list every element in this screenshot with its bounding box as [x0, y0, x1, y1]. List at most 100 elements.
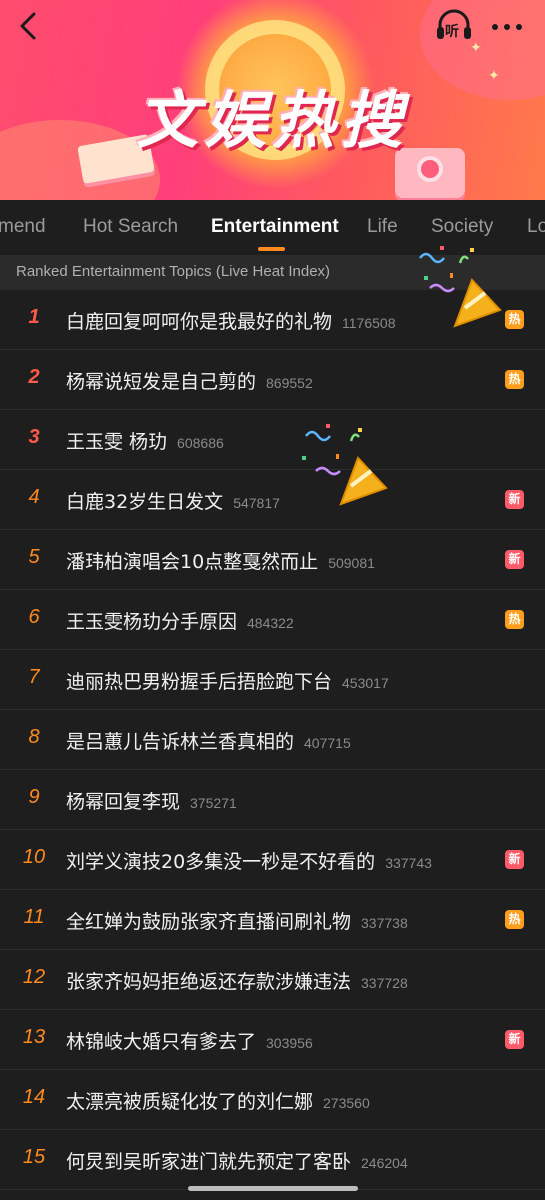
topic-title[interactable]: 迪丽热巴男粉握手后捂脸跑下台 453017	[66, 667, 389, 694]
hero-banner: ✦ ✦ 文娱热搜 听	[0, 0, 545, 200]
rank-number: 12	[22, 966, 46, 988]
topic-row[interactable]: 9 杨幂回复李现 375271	[0, 770, 545, 830]
topic-title[interactable]: 全红婵为鼓励张家齐直播间刷礼物 337738	[66, 907, 408, 934]
rank-number: 9	[28, 786, 40, 808]
more-dots-icon[interactable]	[487, 12, 527, 42]
heat-index: 337738	[361, 915, 408, 931]
topic-title-text: 白鹿32岁生日发文	[66, 491, 224, 513]
new-badge: 新	[505, 1030, 524, 1049]
topic-title[interactable]: 潘玮柏演唱会10点整戛然而止 509081	[66, 547, 375, 574]
topic-row[interactable]: 5 潘玮柏演唱会10点整戛然而止 509081 新	[0, 530, 545, 590]
rank-number: 1	[28, 306, 40, 328]
topic-row[interactable]: 15 何炅到吴昕家进门就先预定了客卧 246204	[0, 1130, 545, 1190]
tab-recommend[interactable]: mend	[0, 216, 46, 238]
tab-local[interactable]: Lo	[527, 216, 545, 238]
hot-badge: 热	[505, 370, 524, 389]
topic-title[interactable]: 刘学义演技20多集没一秒是不好看的 337743	[66, 847, 432, 874]
heat-index: 869552	[266, 375, 313, 391]
topic-row[interactable]: 1 白鹿回复呵呵你是我最好的礼物 1176508 热	[0, 290, 545, 350]
heat-index: 1176508	[342, 315, 396, 331]
topic-title[interactable]: 太漂亮被质疑化妆了的刘仁娜 273560	[66, 1087, 370, 1114]
back-chevron-icon[interactable]	[14, 10, 44, 42]
topic-title-text: 杨幂回复李现	[66, 791, 181, 813]
topic-row[interactable]: 7 迪丽热巴男粉握手后捂脸跑下台 453017	[0, 650, 545, 710]
topic-title-text: 迪丽热巴男粉握手后捂脸跑下台	[66, 671, 333, 693]
topic-row[interactable]: 4 白鹿32岁生日发文 547817 新	[0, 470, 545, 530]
topic-row[interactable]: 8 是吕蕙儿告诉林兰香真相的 407715	[0, 710, 545, 770]
heat-index: 484322	[247, 615, 294, 631]
rank-number: 15	[22, 1146, 46, 1168]
topic-row[interactable]: 11 全红婵为鼓励张家齐直播间刷礼物 337738 热	[0, 890, 545, 950]
topic-title-text: 潘玮柏演唱会10点整戛然而止	[66, 551, 319, 573]
heat-index: 273560	[323, 1095, 370, 1111]
headphones-listen-icon[interactable]: 听	[434, 8, 474, 44]
rank-number: 4	[28, 486, 40, 508]
topic-title[interactable]: 王玉雯杨玏分手原因 484322	[66, 607, 294, 634]
topic-title-text: 白鹿回复呵呵你是我最好的礼物	[66, 311, 333, 333]
rank-number: 11	[23, 906, 45, 928]
active-tab-indicator	[258, 247, 285, 251]
rank-number: 8	[28, 726, 40, 748]
heat-index: 547817	[233, 495, 280, 511]
banner-title: 文娱热搜	[136, 84, 409, 157]
topic-title[interactable]: 王玉雯 杨玏 608686	[66, 427, 224, 454]
rank-number: 14	[22, 1086, 46, 1108]
topic-title-text: 王玉雯 杨玏	[66, 431, 168, 453]
hot-badge: 热	[505, 910, 524, 929]
topic-row[interactable]: 12 张家齐妈妈拒绝返还存款涉嫌违法 337728	[0, 950, 545, 1010]
home-indicator[interactable]	[188, 1186, 358, 1191]
rank-number: 10	[22, 846, 46, 868]
topic-title[interactable]: 何炅到吴昕家进门就先预定了客卧 246204	[66, 1147, 408, 1174]
topic-list: 1 白鹿回复呵呵你是我最好的礼物 1176508 热 2 杨幂说短发是自己剪的 869552…	[0, 290, 545, 1190]
topic-row[interactable]: 3 王玉雯 杨玏 608686	[0, 410, 545, 470]
tab-hot-search[interactable]: Hot Search	[83, 216, 178, 238]
topic-row[interactable]: 6 王玉雯杨玏分手原因 484322 热	[0, 590, 545, 650]
section-header: Ranked Entertainment Topics (Live Heat I…	[0, 255, 545, 290]
rank-number: 2	[28, 366, 40, 388]
topic-title-text: 太漂亮被质疑化妆了的刘仁娜	[66, 1091, 314, 1113]
heat-index: 509081	[328, 555, 375, 571]
topic-title[interactable]: 张家齐妈妈拒绝返还存款涉嫌违法 337728	[66, 967, 408, 994]
tab-entertainment[interactable]: Entertainment	[211, 216, 339, 238]
topic-title-text: 张家齐妈妈拒绝返还存款涉嫌违法	[66, 971, 352, 993]
new-badge: 新	[505, 550, 524, 569]
topic-title[interactable]: 杨幂说短发是自己剪的 869552	[66, 367, 313, 394]
topic-row[interactable]: 10 刘学义演技20多集没一秒是不好看的 337743 新	[0, 830, 545, 890]
topic-title-text: 王玉雯杨玏分手原因	[66, 611, 238, 633]
heat-index: 407715	[304, 735, 351, 751]
heat-index: 303956	[266, 1035, 313, 1051]
tab-society[interactable]: Society	[431, 216, 493, 238]
topic-row[interactable]: 13 林锦岐大婚只有爹去了 303956 新	[0, 1010, 545, 1070]
listen-label: 听	[445, 24, 459, 40]
topic-title-text: 是吕蕙儿告诉林兰香真相的	[66, 731, 295, 753]
heat-index: 337743	[385, 855, 432, 871]
topic-title-text: 刘学义演技20多集没一秒是不好看的	[66, 851, 376, 873]
topic-title[interactable]: 白鹿32岁生日发文 547817	[66, 487, 280, 514]
heat-index: 453017	[342, 675, 389, 691]
new-badge: 新	[505, 850, 524, 869]
topic-title[interactable]: 是吕蕙儿告诉林兰香真相的 407715	[66, 727, 351, 754]
heat-index: 608686	[177, 435, 224, 451]
rank-number: 5	[28, 546, 40, 568]
section-label: Ranked Entertainment Topics (Live Heat I…	[16, 263, 331, 280]
heat-index: 375271	[190, 795, 237, 811]
hot-badge: 热	[505, 610, 524, 629]
topic-title-text: 杨幂说短发是自己剪的	[66, 371, 257, 393]
topic-title[interactable]: 白鹿回复呵呵你是我最好的礼物 1176508	[66, 307, 395, 334]
heat-index: 337728	[361, 975, 408, 991]
topic-title[interactable]: 林锦岐大婚只有爹去了 303956	[66, 1027, 313, 1054]
rank-number: 13	[22, 1026, 46, 1048]
rank-number: 3	[28, 426, 40, 448]
topic-row[interactable]: 2 杨幂说短发是自己剪的 869552 热	[0, 350, 545, 410]
rank-number: 7	[28, 666, 40, 688]
topic-title-text: 何炅到吴昕家进门就先预定了客卧	[66, 1151, 352, 1173]
topic-title-text: 全红婵为鼓励张家齐直播间刷礼物	[66, 911, 352, 933]
tab-life[interactable]: Life	[367, 216, 398, 238]
topic-title[interactable]: 杨幂回复李现 375271	[66, 787, 237, 814]
topic-title-text: 林锦岐大婚只有爹去了	[66, 1031, 257, 1053]
topic-row[interactable]: 14 太漂亮被质疑化妆了的刘仁娜 273560	[0, 1070, 545, 1130]
hot-badge: 热	[505, 310, 524, 329]
category-tabs: mend Hot Search Entertainment Life Socie…	[0, 200, 545, 255]
heat-index: 246204	[361, 1155, 408, 1171]
rank-number: 6	[28, 606, 40, 628]
